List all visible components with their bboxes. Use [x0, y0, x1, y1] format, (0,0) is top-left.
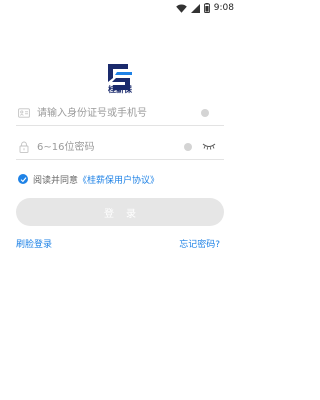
login-button[interactable]: 登录	[16, 198, 224, 226]
status-time: 9:08	[213, 3, 234, 13]
signal-icon	[190, 3, 200, 13]
id-input[interactable]	[37, 104, 197, 122]
wifi-icon	[175, 3, 187, 13]
password-field	[16, 134, 224, 160]
agreement-row: 阅读并同意 《桂薪保用户协议》	[18, 172, 159, 186]
app-name: 桂薪保	[108, 85, 132, 94]
lock-icon	[19, 141, 29, 153]
agreement-prefix: 阅读并同意	[33, 175, 79, 186]
face-login-link[interactable]: 刷脸登录	[16, 237, 52, 250]
user-agreement-link[interactable]: 《桂薪保用户协议》	[78, 173, 159, 186]
id-card-icon	[18, 108, 30, 118]
forgot-password-link[interactable]: 忘记密码?	[179, 237, 220, 250]
battery-icon	[203, 3, 210, 13]
password-input[interactable]	[37, 138, 197, 156]
status-bar: 9:08	[0, 0, 240, 16]
clear-password-button[interactable]	[184, 143, 192, 151]
eye-closed-icon[interactable]	[202, 140, 216, 152]
check-icon	[20, 176, 26, 182]
agreement-checkbox[interactable]	[18, 174, 28, 184]
clear-id-button[interactable]	[201, 109, 209, 117]
status-icons: 9:08	[175, 2, 234, 14]
id-field	[16, 100, 224, 126]
